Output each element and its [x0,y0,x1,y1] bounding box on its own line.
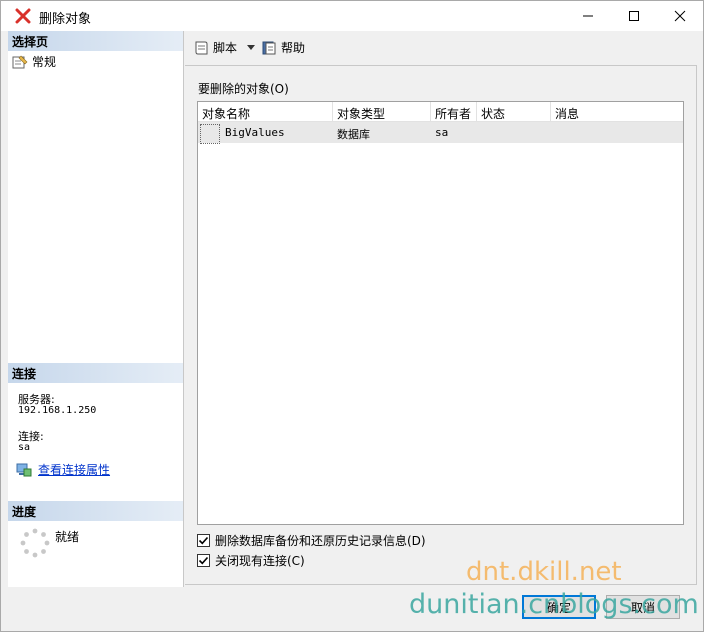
close-connections-checkbox[interactable]: 关闭现有连接(C) [197,552,305,569]
left-pane: 选择页 常规 连接 服务器: 192.168.1.250 连接: sa 查看连接… [8,31,184,587]
connection-properties-icon [16,463,32,476]
select-page-header: 选择页 [8,31,183,51]
cell-status [477,122,551,143]
view-connection-link[interactable]: 查看连接属性 [38,461,110,478]
watermark-primary: dnt.dkill.net [466,557,622,587]
help-button[interactable]: 帮助 [261,39,305,56]
window-title: 删除对象 [39,12,92,27]
column-header-type[interactable]: 对象类型 [333,102,431,122]
progress-status: 就绪 [55,530,80,544]
checkmark-icon [198,556,209,565]
general-page-icon [12,55,28,68]
script-icon [195,41,208,54]
delete-x-icon [15,8,31,24]
connection-value: sa [18,442,31,453]
checkbox-box[interactable] [197,534,210,547]
main-panel: 要删除的对象(O) 对象名称 对象类型 所有者 状态 消息 BigValues … [185,65,697,585]
grid-header: 对象名称 对象类型 所有者 状态 消息 [198,102,683,122]
maximize-button[interactable] [611,1,657,31]
cell-object-type: 数据库 [337,128,370,141]
column-header-message[interactable]: 消息 [551,102,683,122]
script-label: 脚本 [213,41,238,55]
minimize-button[interactable] [565,1,611,31]
nav-item-label: 常规 [32,55,57,69]
nav-item-general[interactable]: 常规 [12,53,56,70]
close-button[interactable] [657,1,703,31]
watermark-secondary: dunitian.cnblogs.com [409,589,699,620]
server-value: 192.168.1.250 [18,405,97,416]
minimize-icon [583,15,593,17]
view-connection-properties[interactable]: 查看连接属性 [16,461,110,478]
column-header-owner[interactable]: 所有者 [431,102,477,122]
column-header-name[interactable]: 对象名称 [198,102,333,122]
script-button[interactable]: 脚本 [193,39,256,56]
progress-header: 进度 [8,501,183,521]
toolbar: 脚本 帮助 [185,31,697,63]
close-connections-label: 关闭现有连接(C) [215,554,305,568]
close-icon [674,10,686,22]
maximize-icon [629,11,639,21]
help-label: 帮助 [281,41,306,55]
delete-object-dialog: 删除对象 选择页 常规 连接 服务器: 192.168.1.250 连接: sa [0,0,704,632]
help-icon [262,41,276,54]
title-bar[interactable]: 删除对象 [1,1,703,31]
progress-spinner-icon [20,528,50,558]
delete-backup-history-label: 删除数据库备份和还原历史记录信息(D) [215,534,426,548]
checkmark-icon [198,536,209,545]
objects-grid[interactable]: 对象名称 对象类型 所有者 状态 消息 BigValues 数据库 sa [197,101,684,525]
column-header-status[interactable]: 状态 [477,102,551,122]
delete-backup-history-checkbox[interactable]: 删除数据库备份和还原历史记录信息(D) [197,532,426,549]
cell-owner: sa [435,126,449,139]
checkbox-box[interactable] [197,554,210,567]
cell-message [551,122,683,143]
table-row[interactable]: BigValues 数据库 sa [198,122,683,143]
row-focus-marker [200,124,220,144]
connection-header: 连接 [8,363,183,383]
objects-to-delete-label: 要删除的对象(O) [198,82,289,96]
chevron-down-icon[interactable] [247,44,256,51]
